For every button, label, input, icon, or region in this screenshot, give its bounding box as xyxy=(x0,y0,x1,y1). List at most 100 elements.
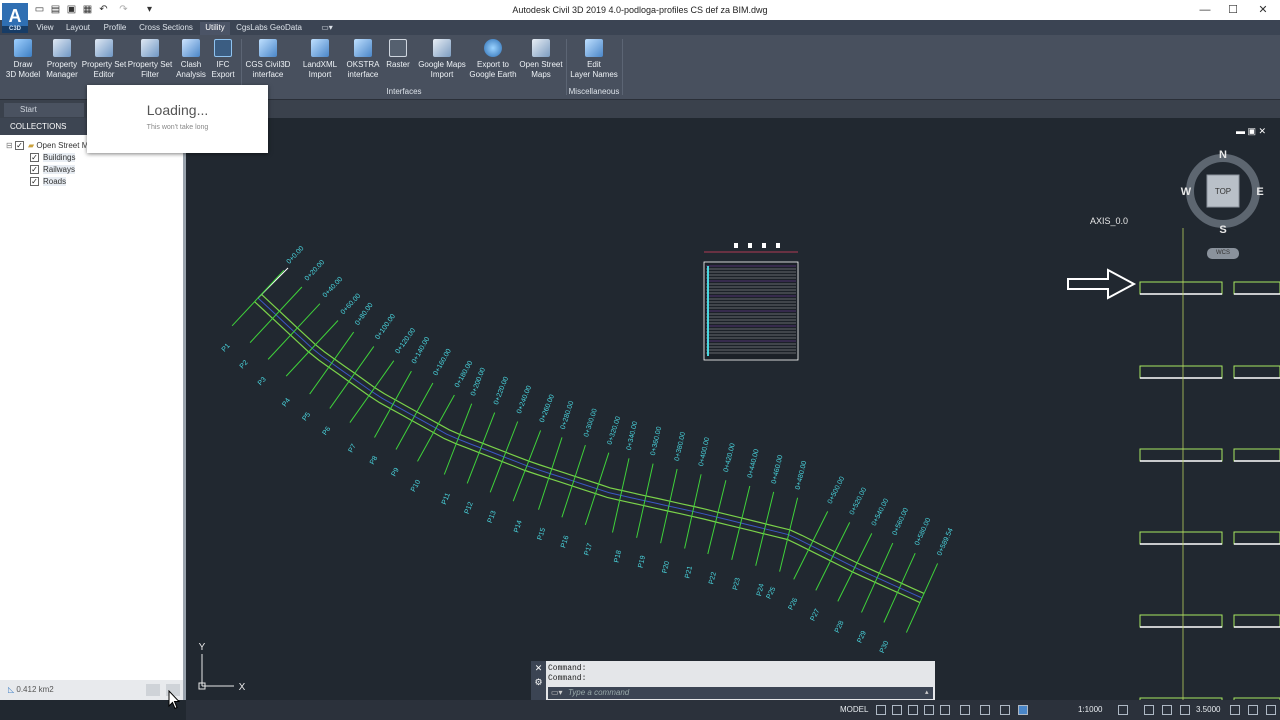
grid-icon[interactable] xyxy=(876,705,886,715)
property-icon xyxy=(95,39,113,57)
customize-icon[interactable] xyxy=(1248,705,1258,715)
plus-icon[interactable] xyxy=(1144,705,1154,715)
polar-icon[interactable] xyxy=(924,705,934,715)
command-input[interactable]: Type a command xyxy=(548,687,933,699)
model-toggle[interactable]: MODEL xyxy=(840,704,868,716)
profile-label: P21 xyxy=(684,565,694,579)
profile-label: P11 xyxy=(441,492,452,506)
checkbox-icon[interactable]: ✓ xyxy=(14,141,24,151)
hardware-icon[interactable] xyxy=(1180,705,1190,715)
cgs-civil3d-interface-button[interactable]: CGS Civil3D interface xyxy=(244,39,292,80)
okstra-interface-button[interactable]: OKSTRA interface xyxy=(344,39,382,80)
tab-utility[interactable]: Utility xyxy=(200,22,230,35)
profile-label: P7 xyxy=(347,443,357,454)
ortho-icon[interactable] xyxy=(908,705,918,715)
collections-panel: COLLECTIONS ⊟ ✓ ▰ Open Street M ✓ Building… xyxy=(0,118,186,700)
compass-n[interactable]: N xyxy=(1219,149,1227,161)
tab-view[interactable]: View xyxy=(32,22,58,35)
collapse-icon[interactable]: ⊟ xyxy=(6,141,13,150)
scale-dropdown[interactable]: 1:1000 xyxy=(1078,704,1102,716)
lineweight-icon[interactable] xyxy=(980,705,990,715)
expand-icon[interactable]: ▴ xyxy=(925,688,929,696)
transparency-icon[interactable] xyxy=(1000,705,1010,715)
checkbox-icon[interactable]: ✓ xyxy=(30,165,39,175)
clash-analysis-button[interactable]: Clash Analysis xyxy=(174,39,208,80)
profile-label: P13 xyxy=(487,510,498,524)
panel-title-interfaces[interactable]: Interfaces xyxy=(244,87,564,96)
close-button[interactable]: ✕ xyxy=(1248,2,1278,18)
google-maps-import-button[interactable]: Google Maps Import xyxy=(416,39,468,80)
station-label: 0+200.00 xyxy=(470,367,487,397)
raster-button[interactable]: Raster xyxy=(384,39,412,70)
minimize-button[interactable]: — xyxy=(1190,2,1220,18)
open-street-maps-button[interactable]: Open Street Maps xyxy=(518,39,564,80)
road-edge-line xyxy=(260,293,925,594)
drawing-canvas[interactable]: 0+0.00 P1 0+20.00 P2 0+40.00 P3 0+60.00 P4 0+80.… xyxy=(186,118,1280,700)
station-label: 0+540.00 xyxy=(871,498,890,528)
folder-icon: ▰ xyxy=(27,141,35,150)
start-tab[interactable]: Start xyxy=(4,103,84,117)
snap-icon[interactable] xyxy=(892,705,902,715)
profile-marker xyxy=(776,243,780,248)
checkbox-icon[interactable]: ✓ xyxy=(30,177,39,187)
annotation-icon[interactable] xyxy=(1018,705,1028,715)
draw-3d-model-button[interactable]: Draw 3D Model xyxy=(4,39,42,80)
tree-item-railways[interactable]: ✓ Railways xyxy=(30,164,76,175)
arrow-icon xyxy=(1067,268,1137,300)
compass-e[interactable]: E xyxy=(1256,186,1263,198)
menu-icon[interactable] xyxy=(1266,705,1276,715)
command-line[interactable]: ✕ ⚙ Command: Command: Type a command ▭▾ ▴ xyxy=(531,661,935,701)
value-field[interactable]: 3.5000 xyxy=(1196,704,1220,716)
profile-label: P17 xyxy=(583,542,594,556)
tree-item-buildings[interactable]: ✓ Buildings xyxy=(30,152,76,163)
ribbon-toggle-icon[interactable]: ▭▾ xyxy=(318,22,336,35)
station-line xyxy=(231,269,285,327)
property-set-editor-button[interactable]: Property Set Editor xyxy=(81,39,127,80)
profile-label: P5 xyxy=(301,411,312,422)
command-prompt-icon[interactable]: ▭▾ xyxy=(551,688,563,697)
compass-w[interactable]: W xyxy=(1181,186,1192,198)
station-line xyxy=(417,394,455,462)
tree-root[interactable]: ⊟ ✓ ▰ Open Street M xyxy=(6,140,88,151)
wcs-menu[interactable]: WCS xyxy=(1207,248,1239,259)
profile-label: P20 xyxy=(662,560,672,574)
clean-screen-icon[interactable] xyxy=(1230,705,1240,715)
maximize-button[interactable]: ☐ xyxy=(1218,2,1248,18)
station-label: 0+440.00 xyxy=(747,448,761,478)
viewport-controls[interactable]: ▬ ▣ ✕ xyxy=(1236,126,1266,137)
property-set-filter-button[interactable]: Property Set Filter xyxy=(127,39,173,80)
profile-label: P16 xyxy=(560,535,571,549)
tab-cgslabs-geodata[interactable]: CgsLabs GeoData xyxy=(234,22,304,35)
panel-button[interactable] xyxy=(146,684,160,696)
station-line xyxy=(660,468,678,544)
tab-layout[interactable]: Layout xyxy=(62,22,94,35)
drawing-viewport[interactable]: 0+0.00 P1 0+20.00 P2 0+40.00 P3 0+60.00 P4 0+80.… xyxy=(186,118,1280,700)
close-icon[interactable]: ✕ ⚙ xyxy=(531,661,546,701)
export-google-earth-button[interactable]: Export to Google Earth xyxy=(468,39,518,80)
landxml-import-button[interactable]: LandXML Import xyxy=(298,39,342,80)
profile-label: P28 xyxy=(834,620,846,634)
tree-item-roads[interactable]: ✓ Roads xyxy=(30,176,67,187)
osnap-icon[interactable] xyxy=(940,705,950,715)
station-label: 0+500.00 xyxy=(827,476,846,506)
profile-label: P14 xyxy=(513,519,524,533)
property-manager-button[interactable]: Property Manager xyxy=(44,39,80,80)
isolate-icon[interactable] xyxy=(1162,705,1172,715)
station-line xyxy=(466,412,496,484)
profile-label: P1 xyxy=(221,342,232,353)
compass-s[interactable]: S xyxy=(1219,224,1226,234)
viewcube[interactable]: TOP N S W E xyxy=(1180,148,1266,234)
panel-title-miscellaneous[interactable]: Miscellaneous xyxy=(566,87,622,96)
title-bar: A C3D ▭ ▤ ▣ ▦ ↶ ↷ ▾ Autodesk Civil 3D 201… xyxy=(0,0,1280,33)
checkbox-icon[interactable]: ✓ xyxy=(30,153,39,163)
gear-icon[interactable] xyxy=(1118,705,1128,715)
station-label: 0+520.00 xyxy=(849,487,868,517)
edit-layer-names-button[interactable]: Edit Layer Names xyxy=(568,39,620,80)
raster-icon xyxy=(389,39,407,57)
otrack-icon[interactable] xyxy=(960,705,970,715)
map-icon xyxy=(532,39,550,57)
ifc-export-button[interactable]: IFC Export xyxy=(208,39,238,80)
tab-cross-sections[interactable]: Cross Sections xyxy=(136,22,196,35)
app-logo[interactable]: A C3D xyxy=(2,3,28,33)
tab-profile[interactable]: Profile xyxy=(98,22,132,35)
